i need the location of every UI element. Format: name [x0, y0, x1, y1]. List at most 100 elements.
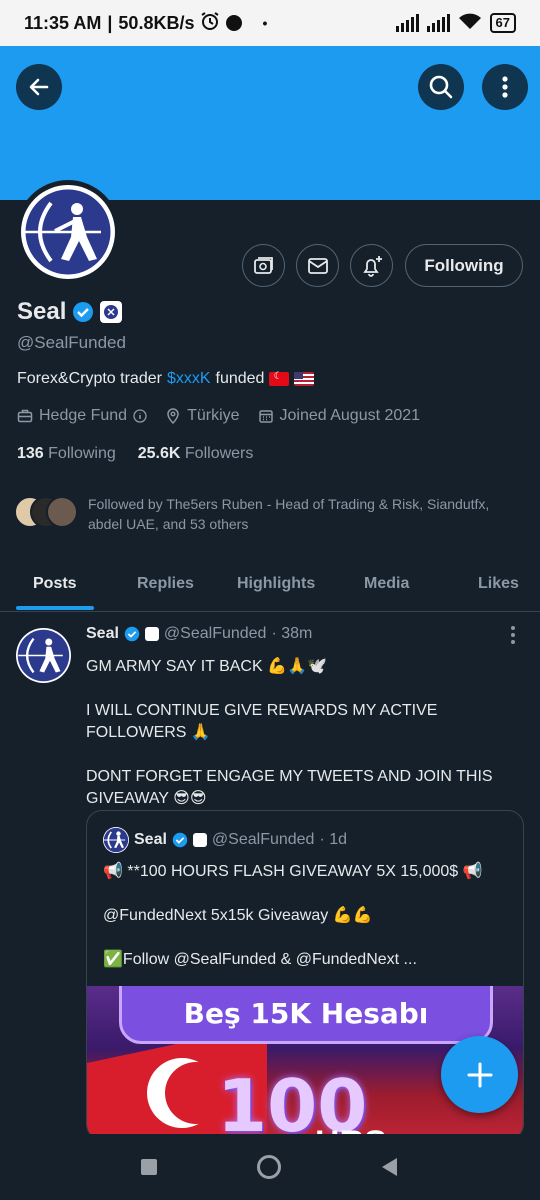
more-vertical-icon — [502, 76, 508, 98]
signal-icon — [395, 14, 419, 32]
active-tab-indicator — [16, 606, 94, 610]
plus-icon — [467, 1062, 492, 1087]
quote-author-handle: @SealFunded — [211, 831, 315, 848]
followers-stat[interactable]: 25.6K Followers — [138, 445, 254, 463]
circle-icon — [257, 1155, 281, 1179]
tweet-more-button[interactable] — [504, 624, 522, 646]
profile-banner — [0, 46, 540, 200]
following-label: Following — [48, 445, 116, 462]
message-button[interactable] — [296, 244, 339, 287]
tab-highlights[interactable]: Highlights — [237, 556, 315, 612]
back-nav-button[interactable] — [376, 1154, 402, 1180]
profile-stats: 136 Following 25.6K Followers — [17, 445, 253, 463]
subscribe-button[interactable] — [242, 244, 285, 287]
verified-badge-icon[interactable] — [72, 301, 94, 323]
quote-text: 📢 **100 HOURS FLASH GIVEAWAY 5X 15,000$ … — [103, 861, 513, 971]
wifi-icon — [458, 12, 482, 35]
tweet-avatar[interactable] — [16, 628, 71, 683]
followers-count: 25.6K — [137, 445, 181, 462]
more-options-button[interactable] — [482, 64, 528, 110]
verified-badge-icon — [124, 626, 140, 642]
home-button[interactable] — [256, 1154, 282, 1180]
tab-posts[interactable]: Posts — [33, 556, 77, 612]
tweet-line: I WILL CONTINUE GIVE REWARDS MY ACTIVE F… — [86, 702, 438, 741]
compose-button[interactable] — [441, 1036, 518, 1113]
following-button[interactable]: Following — [405, 244, 523, 287]
signal-2-icon — [426, 14, 450, 32]
profile-avatar[interactable] — [16, 180, 120, 284]
us-flag-icon — [294, 372, 315, 386]
location-pin-icon — [167, 408, 179, 424]
tweet-line: DONT FORGET ENGAGE MY TWEETS AND JOIN TH… — [86, 768, 493, 807]
quote-line: 📢 **100 HOURS FLASH GIVEAWAY 5X 15,000$ … — [103, 863, 483, 880]
arrow-left-icon — [29, 78, 49, 96]
verified-badge-icon — [172, 832, 188, 848]
briefcase-icon — [17, 409, 33, 423]
quote-line: @FundedNext 5x15k Giveaway 💪💪 — [103, 907, 373, 924]
tweet-time: · 38m — [271, 625, 313, 642]
status-separator: | — [107, 12, 113, 33]
followed-by-section[interactable]: Followed by The5ers Ruben - Head of Trad… — [14, 494, 524, 534]
status-time: 11:35 AM — [24, 12, 102, 33]
tweet-author-handle: @SealFunded — [163, 625, 267, 642]
small-dot-icon: • — [262, 15, 268, 31]
profile-bio: Forex&Crypto trader $xxxK funded — [17, 370, 315, 388]
affiliate-badge-icon[interactable] — [100, 301, 123, 323]
system-nav-bar — [0, 1134, 540, 1200]
tweet-text: GM ARMY SAY IT BACK 💪🙏🕊️ I WILL CONTINUE… — [86, 656, 516, 810]
location-item: Türkiye — [165, 407, 240, 425]
quote-line: ✅Follow @SealFunded & @FundedNext ... — [103, 951, 417, 968]
status-left: 11:35 AM | 50.8KB/s • — [24, 11, 267, 36]
following-count: 136 — [17, 445, 44, 462]
calendar-icon — [258, 410, 273, 423]
battery-indicator: 67 — [489, 13, 516, 33]
profile-handle: @SealFunded — [17, 333, 126, 352]
mail-icon — [307, 257, 328, 274]
category-item[interactable]: Hedge Fund — [17, 407, 147, 425]
recents-button[interactable] — [136, 1154, 162, 1180]
tab-replies[interactable]: Replies — [137, 556, 194, 612]
bio-text-start: Forex&Crypto trader — [17, 370, 162, 387]
status-bar: 11:35 AM | 50.8KB/s • 67 — [0, 0, 540, 46]
tweet-line: GM ARMY SAY IT BACK 💪🙏🕊️ — [86, 658, 327, 675]
profile-name: Seal — [17, 298, 67, 325]
tweet-line — [86, 744, 516, 766]
archer-logo — [21, 185, 115, 279]
archer-logo — [17, 629, 70, 682]
search-icon — [429, 75, 453, 99]
tab-media[interactable]: Media — [364, 556, 409, 612]
location-label: Türkiye — [187, 407, 240, 424]
quote-avatar — [103, 827, 129, 853]
profile-tabs: Posts Replies Highlights Media Likes — [0, 556, 540, 612]
image-title: Beş 15K Hesabı — [119, 986, 493, 1044]
quote-author-name: Seal — [134, 831, 167, 848]
affiliate-badge-icon — [192, 833, 207, 847]
mutual-avatar — [46, 496, 78, 528]
cashtag-link[interactable]: $xxxK — [167, 370, 211, 388]
joined-label: Joined August 2021 — [279, 407, 421, 424]
bell-plus-icon — [362, 255, 382, 277]
quote-header: Seal @SealFunded · 1d — [103, 827, 347, 853]
back-button[interactable] — [16, 64, 62, 110]
turkey-flag-icon — [269, 371, 290, 386]
mutual-avatars — [14, 494, 80, 528]
profile-meta: Hedge Fund Türkiye Joined August 2021 — [17, 407, 430, 425]
alarm-icon — [200, 11, 220, 36]
profile-name-row: Seal — [17, 298, 123, 326]
square-icon — [141, 1159, 157, 1175]
category-label: Hedge Fund — [39, 407, 128, 424]
info-icon — [133, 409, 147, 423]
affiliate-badge-icon — [144, 627, 159, 641]
tab-likes[interactable]: Likes — [478, 556, 519, 612]
status-speed: 50.8KB/s — [118, 12, 195, 33]
tweet-author-name[interactable]: Seal — [86, 625, 119, 643]
bio-text-end: funded — [215, 370, 265, 387]
quote-time: · 1d — [319, 831, 348, 848]
tweet-header: Seal @SealFunded · 38m — [86, 625, 312, 643]
status-right: 67 — [395, 12, 516, 35]
following-stat[interactable]: 136 Following — [17, 445, 116, 463]
notify-button[interactable] — [350, 244, 393, 287]
tweet-line — [86, 678, 516, 700]
triangle-back-icon — [382, 1158, 397, 1176]
search-button[interactable] — [418, 64, 464, 110]
